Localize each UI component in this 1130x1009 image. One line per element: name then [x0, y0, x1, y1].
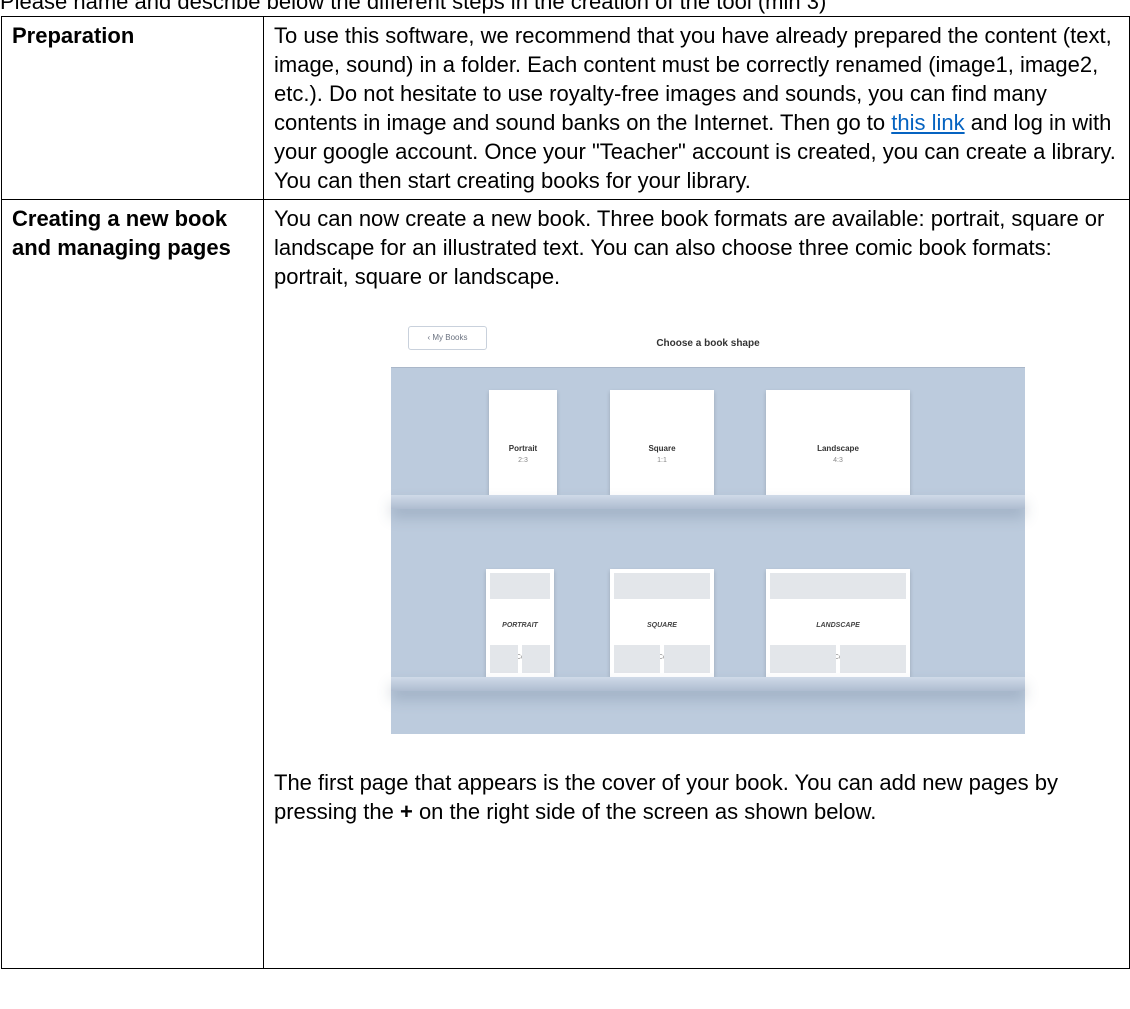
steps-table: Preparation To use this software, we rec…	[1, 16, 1130, 969]
book-ratio: 4:3	[833, 457, 843, 464]
paragraph-2-text-2: on the right side of the screen as shown…	[412, 799, 877, 824]
step-description-preparation: To use this software, we recommend that …	[263, 16, 1130, 200]
comic-panel	[490, 573, 550, 599]
book-shape-screenshot: ‹ My Books Choose a book shape Portrait …	[391, 316, 1025, 734]
shelf-top	[391, 495, 1025, 509]
comic-panel	[664, 645, 710, 673]
step-label-creating-book: Creating a new book and managing pages	[1, 199, 264, 969]
shelf-bottom	[391, 677, 1025, 691]
book-portrait[interactable]: Portrait 2:3	[489, 390, 557, 495]
book-ratio: 2:3	[518, 457, 528, 464]
screenshot-title: Choose a book shape	[656, 338, 760, 349]
comic-panel	[522, 645, 550, 673]
step-description-creating-book: You can now create a new book. Three boo…	[263, 199, 1130, 969]
comic-panel	[490, 645, 518, 673]
table-row: Creating a new book and managing pages Y…	[1, 199, 1130, 969]
book-square[interactable]: Square 1:1	[610, 390, 714, 495]
comic-panel	[614, 573, 710, 599]
comic-name: SQUARE	[647, 622, 677, 629]
comic-portrait[interactable]: PORTRAIT 2:3 Comic	[486, 569, 554, 677]
this-link[interactable]: this link	[891, 110, 964, 135]
creating-book-paragraph-2: The first page that appears is the cover…	[274, 768, 1121, 826]
comic-landscape[interactable]: LANDSCAPE 4:3 Comic	[766, 569, 910, 677]
comic-panel	[840, 645, 906, 673]
book-ratio: 1:1	[657, 457, 667, 464]
comic-square[interactable]: SQUARE 1:1 Comic	[610, 569, 714, 677]
plus-symbol: +	[399, 799, 413, 824]
step-label-preparation: Preparation	[1, 16, 264, 200]
comic-name: LANDSCAPE	[816, 622, 860, 629]
comic-name: PORTRAIT	[502, 622, 538, 629]
comic-panel	[614, 645, 660, 673]
book-landscape[interactable]: Landscape 4:3	[766, 390, 910, 495]
screenshot-header: ‹ My Books Choose a book shape	[391, 316, 1025, 368]
intro-text: Please name and describe below the diffe…	[0, 0, 827, 14]
comic-panel	[770, 645, 836, 673]
comic-panel	[770, 573, 906, 599]
table-row: Preparation To use this software, we rec…	[1, 16, 1130, 200]
creating-book-paragraph-1: You can now create a new book. Three boo…	[274, 206, 1105, 289]
